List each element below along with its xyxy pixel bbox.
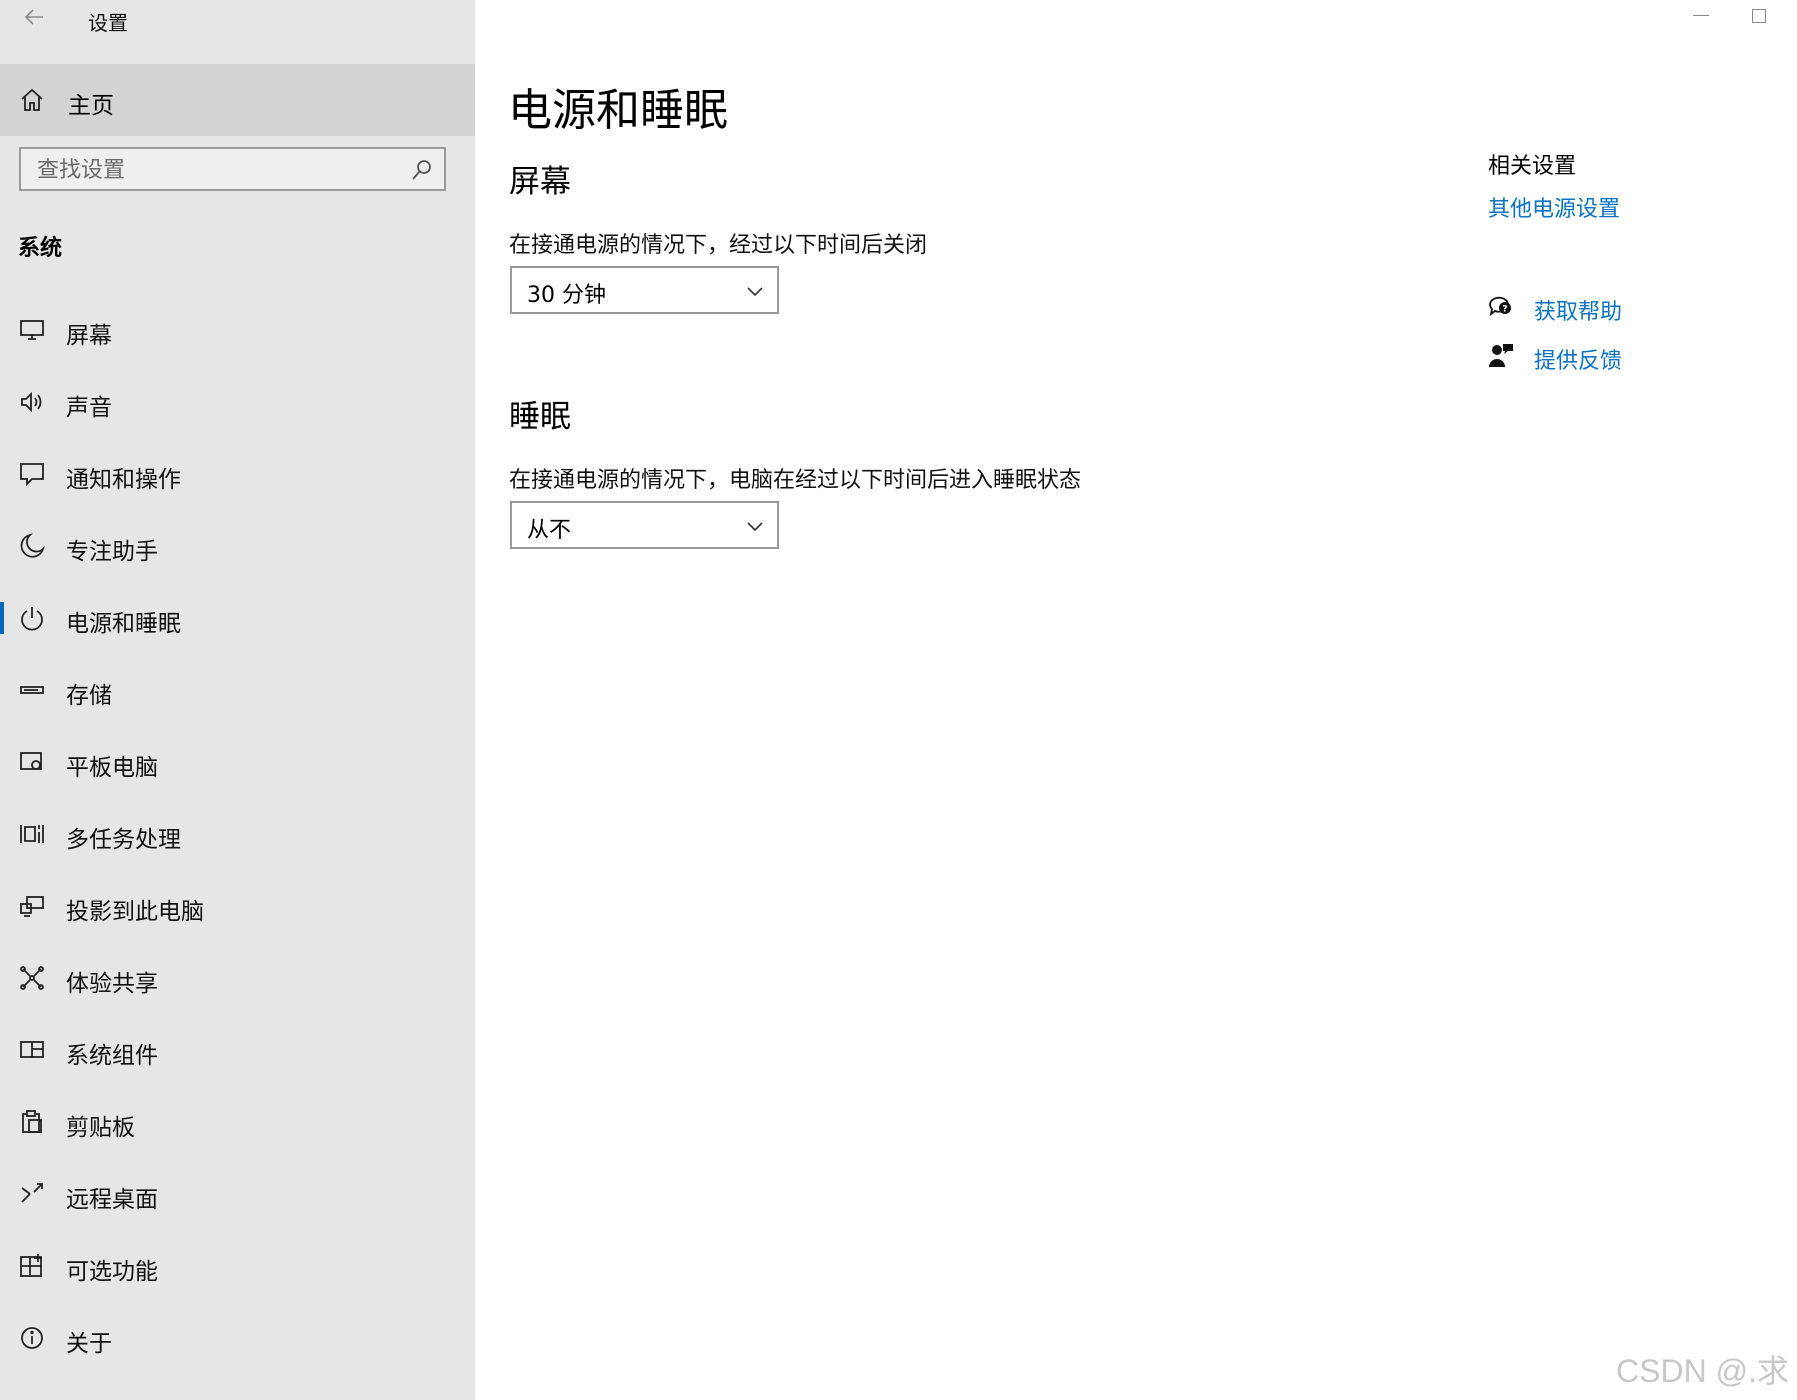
app-title: 设置: [88, 11, 128, 35]
sidebar-item-tablet[interactable]: 平板电脑: [0, 726, 475, 798]
sleep-description: 在接通电源的情况下，电脑在经过以下时间后进入睡眠状态: [509, 468, 1082, 493]
chat-help-icon: ?: [1489, 296, 1511, 317]
screen-heading: 屏幕: [509, 164, 571, 200]
sidebar-item-about[interactable]: 关于: [0, 1302, 475, 1374]
related-settings-heading: 相关设置: [1488, 154, 1577, 179]
sidebar-item-home[interactable]: 主页: [0, 64, 475, 136]
sidebar-item-label: 平板电脑: [66, 755, 158, 781]
sidebar-item-focus-assist[interactable]: 专注助手: [0, 510, 475, 582]
give-feedback-link[interactable]: 提供反馈: [1534, 343, 1622, 375]
search-input[interactable]: [35, 153, 399, 187]
clipboard-icon: [22, 1110, 42, 1133]
info-icon: [21, 1327, 43, 1349]
sidebar-item-project-to-pc[interactable]: 投影到此电脑: [0, 870, 475, 942]
section-heading: 系统: [18, 236, 63, 261]
sidebar-item-system-components[interactable]: 系统组件: [0, 1014, 475, 1086]
search-box[interactable]: [19, 147, 446, 191]
main-content: 电源和睡眠 屏幕 在接通电源的情况下，经过以下时间后关闭 30 分钟 睡眠 在接…: [475, 0, 1797, 1400]
sidebar-nav: 屏幕 声音 通知和操作 专注助手 电源和睡眠 存储 平板电脑 多任务处理 投影到…: [0, 294, 475, 1374]
sidebar-item-label: 关于: [66, 1331, 112, 1357]
sidebar-item-label: 投影到此电脑: [66, 899, 204, 925]
home-icon: [21, 88, 43, 111]
screen-description: 在接通电源的情况下，经过以下时间后关闭: [509, 233, 928, 258]
sidebar-item-label: 通知和操作: [66, 467, 181, 493]
screen-timeout-dropdown[interactable]: 30 分钟: [510, 266, 779, 314]
sidebar-item-shared-experiences[interactable]: 体验共享: [0, 942, 475, 1014]
sidebar-item-notifications[interactable]: 通知和操作: [0, 438, 475, 510]
speaker-icon: [21, 391, 42, 413]
sidebar-item-label: 远程桌面: [66, 1187, 158, 1213]
sidebar-item-label: 存储: [66, 683, 112, 709]
sidebar-item-label: 主页: [68, 93, 114, 119]
sidebar-item-label: 体验共享: [66, 971, 158, 997]
back-button[interactable]: [14, 0, 54, 34]
sidebar-item-display[interactable]: 屏幕: [0, 294, 475, 366]
sidebar-item-label: 专注助手: [66, 539, 158, 565]
remote-desktop-icon: [21, 1183, 43, 1203]
share-icon: [20, 966, 44, 990]
watermark: CSDN @.求: [1616, 1353, 1789, 1389]
sidebar-item-label: 系统组件: [66, 1043, 158, 1069]
sidebar-item-label: 可选功能: [66, 1259, 158, 1285]
multitask-icon: [20, 825, 44, 843]
arrow-left-icon: [24, 9, 43, 25]
feedback-icon: [1489, 344, 1513, 367]
sidebar-item-storage[interactable]: 存储: [0, 654, 475, 726]
projection-icon: [20, 896, 44, 917]
monitor-icon: [20, 320, 44, 340]
chevron-down-icon: [747, 522, 763, 532]
sidebar: 设置 主页 系统 屏幕 声音: [0, 0, 475, 1400]
sidebar-item-label: 多任务处理: [66, 827, 181, 853]
svg-text:?: ?: [1502, 305, 1507, 315]
sidebar-item-label: 剪贴板: [66, 1115, 135, 1141]
sleep-heading: 睡眠: [509, 399, 571, 435]
components-icon: [20, 1041, 44, 1058]
maximize-button[interactable]: [1752, 9, 1766, 23]
additional-power-settings-link[interactable]: 其他电源设置: [1488, 191, 1620, 223]
chevron-down-icon: [747, 287, 763, 297]
dropdown-value: 30 分钟: [527, 283, 606, 308]
sidebar-item-clipboard[interactable]: 剪贴板: [0, 1086, 475, 1158]
power-icon: [21, 607, 43, 631]
optional-features-icon: [20, 1254, 42, 1277]
sidebar-item-remote-desktop[interactable]: 远程桌面: [0, 1158, 475, 1230]
search-icon[interactable]: [410, 158, 434, 182]
sidebar-item-sound[interactable]: 声音: [0, 366, 475, 438]
get-help-link[interactable]: 获取帮助: [1534, 294, 1622, 326]
minimize-button[interactable]: [1693, 15, 1709, 16]
notification-icon: [20, 463, 44, 487]
sidebar-item-label: 声音: [66, 395, 112, 421]
sidebar-item-power-sleep[interactable]: 电源和睡眠: [0, 582, 475, 654]
page-title: 电源和睡眠: [508, 85, 728, 136]
sidebar-item-label: 屏幕: [66, 323, 112, 349]
dropdown-value: 从不: [527, 518, 572, 543]
sidebar-item-label: 电源和睡眠: [66, 611, 181, 637]
sleep-timeout-dropdown[interactable]: 从不: [510, 501, 779, 549]
sidebar-item-multitasking[interactable]: 多任务处理: [0, 798, 475, 870]
sidebar-item-optional-features[interactable]: 可选功能: [0, 1230, 475, 1302]
storage-icon: [20, 686, 44, 694]
window-controls: [1657, 0, 1797, 32]
tablet-icon: [20, 752, 42, 770]
moon-icon: [20, 533, 45, 558]
title-bar: 设置: [0, 0, 475, 40]
